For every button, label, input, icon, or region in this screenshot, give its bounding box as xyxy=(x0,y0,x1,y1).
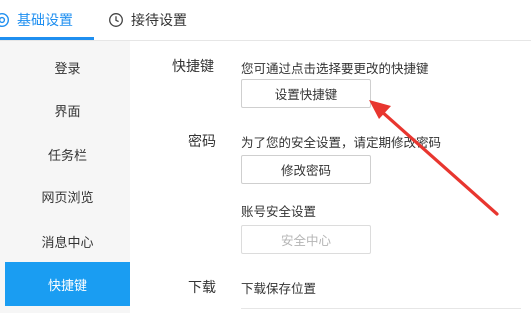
sidebar-item-label: 消息中心 xyxy=(41,235,94,251)
sidebar-item-web-browsing[interactable]: 网页浏览 xyxy=(5,174,130,218)
change-password-button[interactable]: 修改密码 xyxy=(241,155,371,184)
change-password-button-label: 修改密码 xyxy=(280,163,331,178)
password-description: 为了您的安全设置，请定期修改密码 xyxy=(241,135,442,150)
shortcut-section-label: 快捷键 xyxy=(172,59,214,75)
download-section-label: 下载 xyxy=(188,280,216,296)
sidebar-item-login[interactable]: 登录 xyxy=(5,45,130,89)
tab-basic-settings-label: 基础设置 xyxy=(17,13,73,29)
clock-icon xyxy=(108,12,124,28)
set-shortcut-button[interactable]: 设置快捷键 xyxy=(241,79,371,108)
set-shortcut-button-label: 设置快捷键 xyxy=(274,87,338,102)
download-location-description: 下载保存位置 xyxy=(241,281,317,296)
tab-reception-settings-label: 接待设置 xyxy=(131,13,187,29)
sidebar-item-label: 快捷键 xyxy=(47,278,87,294)
sidebar-item-taskbar[interactable]: 任务栏 xyxy=(5,132,130,176)
settings-content: 快捷键 您可通过点击选择要更改的快捷键 设置快捷键 密码 为了您的安全设置，请定… xyxy=(130,41,531,313)
sidebar-item-label: 网页浏览 xyxy=(41,190,94,206)
sidebar-item-label: 任务栏 xyxy=(47,148,87,164)
account-security-description: 账号安全设置 xyxy=(241,204,317,219)
sidebar-item-shortcuts[interactable]: 快捷键 xyxy=(5,262,130,306)
download-path-field xyxy=(241,308,521,309)
sidebar-item-message-center[interactable]: 消息中心 xyxy=(5,219,130,263)
security-center-button-label: 安全中心 xyxy=(280,233,331,248)
security-center-button[interactable]: 安全中心 xyxy=(241,225,371,254)
settings-tab-bar: 基础设置 接待设置 xyxy=(0,0,531,40)
password-section-label: 密码 xyxy=(188,134,216,150)
tab-basic-settings[interactable]: 基础设置 xyxy=(0,9,73,31)
sidebar-item-interface[interactable]: 界面 xyxy=(5,88,130,132)
gear-icon xyxy=(0,12,10,28)
settings-sidebar: 登录 界面 任务栏 网页浏览 消息中心 快捷键 xyxy=(0,41,130,313)
shortcut-description: 您可通过点击选择要更改的快捷键 xyxy=(241,61,429,76)
tab-reception-settings[interactable]: 接待设置 xyxy=(108,9,187,31)
sidebar-item-label: 界面 xyxy=(54,104,81,120)
sidebar-item-label: 登录 xyxy=(54,61,81,77)
